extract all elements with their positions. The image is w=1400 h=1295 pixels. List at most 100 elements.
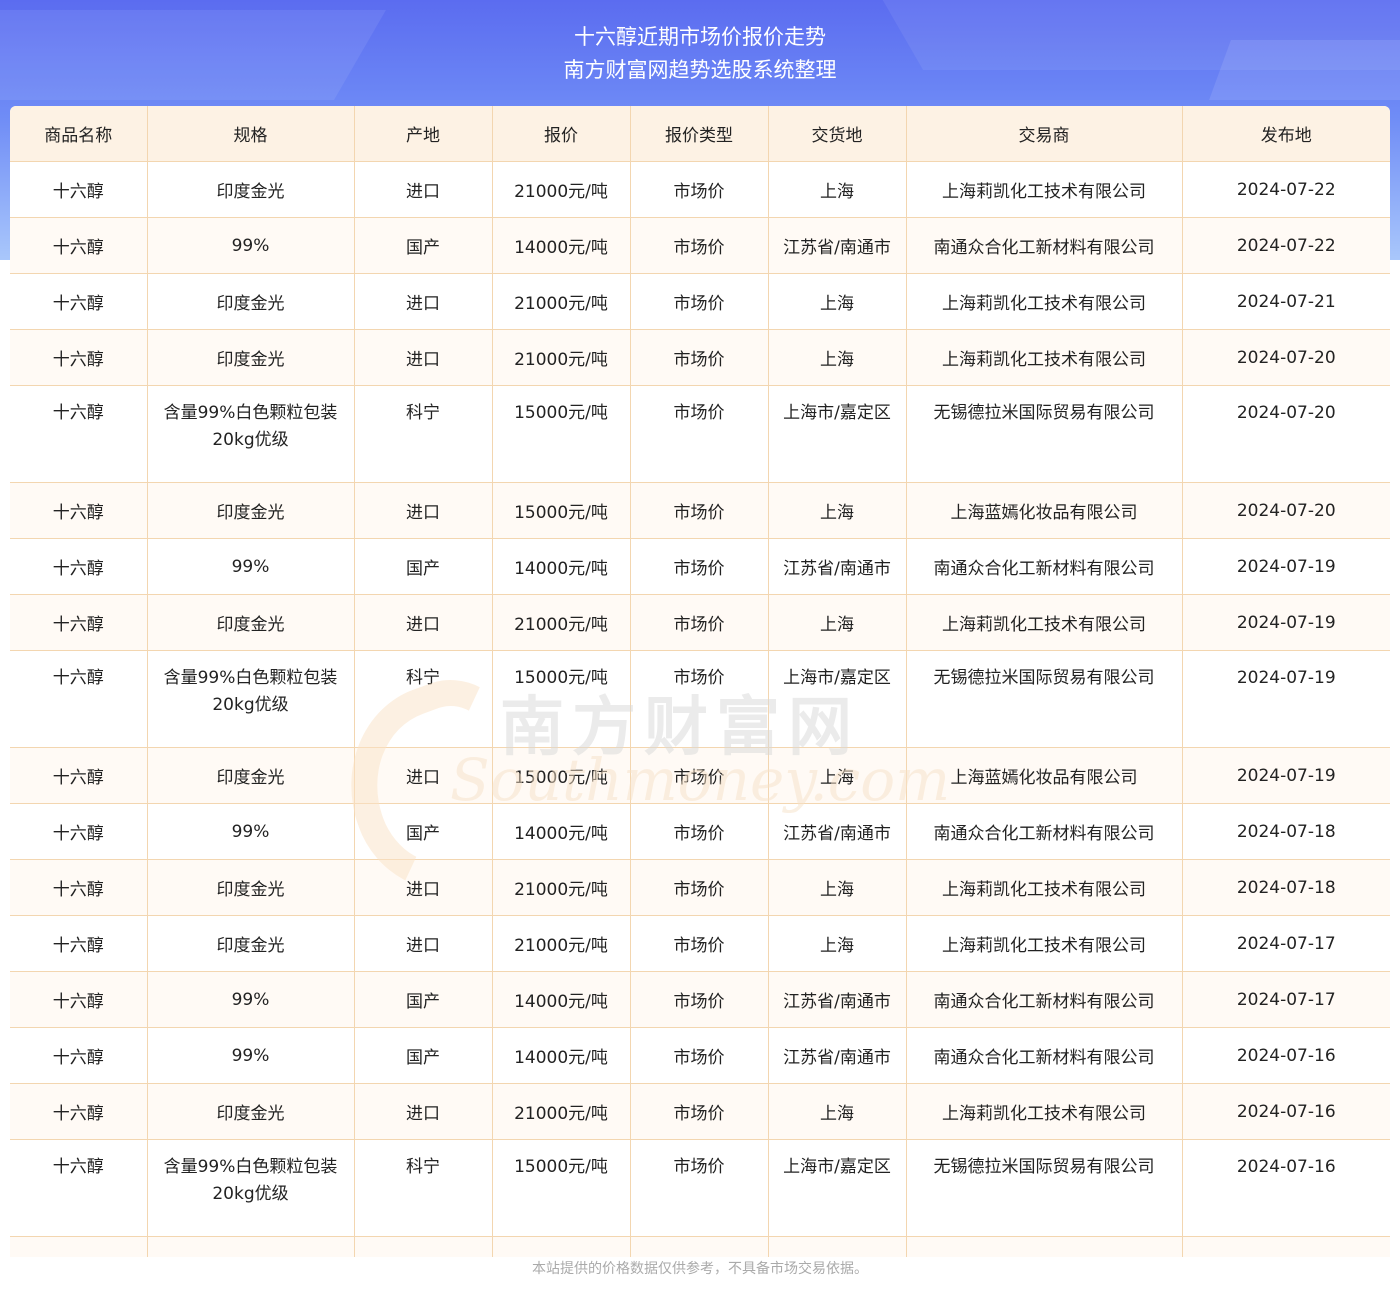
table-row: 十六醇 99% 国产 14000元/吨 市场价 江苏省/南通市 南通众合化工新材料有限公司 2… [10,217,1390,274]
table-cell: 南通众合化工新材料有限公司 [906,217,1183,274]
table-cell: 2024-07-20 [1182,329,1390,386]
table-cell: 21000元/吨 [492,161,631,218]
table-cell: 市场价 [630,161,769,218]
table-row: 十六醇 含量99%白色颗粒包装20kg优级 科宁 15000元/吨 市场价 上海市/嘉定区… [10,385,1390,483]
column-header: 交货地 [768,106,907,162]
table-cell: 十六醇 [10,971,148,1028]
table-cell: 21000元/吨 [492,859,631,916]
table-cell: 国产 [354,538,493,595]
table-cell: 印度金光 [147,273,355,330]
table-cell: 进口 [354,1083,493,1140]
table-cell: 印度金光 [147,747,355,804]
table-cell: 上海蓝嫣化妆品有限公司 [906,482,1183,539]
table-cell: 上海莉凯化工技术有限公司 [906,1083,1183,1140]
table-cell: 科宁 [354,650,493,748]
table-cell: 江苏省/南通市 [768,803,907,860]
table-cell: 市场价 [630,538,769,595]
table-cell: 印度金光 [147,482,355,539]
table-cell: 2024-07-19 [1182,538,1390,595]
table-cell: 上海 [768,859,907,916]
table-row: 十六醇 印度金光 进口 21000元/吨 市场价 上海 上海莉凯化工技术有限公司 2024-0… [10,915,1390,972]
table-cell: 99% [147,803,355,860]
table-cell: 2024-07-19 [1182,650,1390,748]
table-cell: 市场价 [630,329,769,386]
table-cell: 市场价 [630,859,769,916]
table-cell: 南通众合化工新材料有限公司 [906,538,1183,595]
table-cell: 市场价 [630,747,769,804]
table-row: 十六醇 印度金光 进口 21000元/吨 市场价 上海 上海莉凯化工技术有限公司 2024-0… [10,1083,1390,1140]
table-row: 十六醇 99% 国产 14000元/吨 市场价 江苏省/南通市 南通众合化工新材料有限公司 2… [10,971,1390,1028]
table-cell: 99% [147,1027,355,1084]
table-cell: 上海 [768,747,907,804]
table-row: 十六醇印度金光进口15000元/吨市场价上海上海蓝嫣化妆品有限公司2024-07… [10,747,1390,804]
table-cell: 十六醇 [10,650,148,748]
table-cell: 含量99%白色颗粒包装20kg优级 [147,1139,355,1237]
table-cell: 2024-07-20 [1182,385,1390,483]
table-cell: 2024-07-19 [1182,594,1390,651]
table-cell: 上海 [768,1083,907,1140]
table-row: 十六醇 印度金光 进口 21000元/吨 市场价 上海 上海莉凯化工技术有限公司 2024-0… [10,329,1390,386]
column-header: 规格 [147,106,355,162]
table-cell: 15000元/吨 [492,1139,631,1237]
table-cell: 印度金光 [147,915,355,972]
table-cell: 2024-07-18 [1182,859,1390,916]
table-cell: 印度金光 [147,594,355,651]
table-cell: 市场价 [630,1139,769,1237]
table-cell: 21000元/吨 [492,273,631,330]
footer-disclaimer: 本站提供的价格数据仅供参考，不具备市场交易依据。 [10,1257,1390,1285]
table-cell: 进口 [354,273,493,330]
table-cell: 2024-07-22 [1182,161,1390,218]
table-cell: 市场价 [630,803,769,860]
table-cell: 江苏省/南通市 [768,1027,907,1084]
table-cell: 十六醇 [10,594,148,651]
table-cell: 十六醇 [10,329,148,386]
table-cell: 市场价 [630,385,769,483]
table-cell: 2024-07-17 [1182,915,1390,972]
table-cell: 市场价 [630,594,769,651]
table-cell: 进口 [354,594,493,651]
table-cell: 十六醇 [10,859,148,916]
table-cell: 含量99%白色颗粒包装20kg优级 [147,385,355,483]
column-header: 交易商 [906,106,1183,162]
page-subtitle: 南方财富网趋势选股系统整理 [563,58,837,82]
table-cell: 十六醇 [10,538,148,595]
table-cell: 21000元/吨 [492,1083,631,1140]
table-row: 十六醇印度金光进口15000元/吨市场价上海上海蓝嫣化妆品有限公司2024-07… [10,482,1390,539]
table-cell: 无锡德拉米国际贸易有限公司 [906,385,1183,483]
table-cell: 15000元/吨 [492,650,631,748]
table-cell: 14000元/吨 [492,971,631,1028]
table-cell: 十六醇 [10,217,148,274]
table-cell: 15000元/吨 [492,385,631,483]
table-cell: 2024-07-22 [1182,217,1390,274]
table-cell: 上海 [768,161,907,218]
table-cell: 进口 [354,859,493,916]
table-cell: 99% [147,971,355,1028]
table-cell: 上海市/嘉定区 [768,385,907,483]
table-cell: 2024-07-18 [1182,803,1390,860]
table-cell: 十六醇 [10,482,148,539]
table-cell: 市场价 [630,971,769,1028]
table-cell: 2024-07-21 [1182,273,1390,330]
table-cell: 无锡德拉米国际贸易有限公司 [906,650,1183,748]
table-cell: 科宁 [354,385,493,483]
table-cell: 含量99%白色颗粒包装20kg优级 [147,650,355,748]
table-cell: 十六醇 [10,273,148,330]
table-cell: 15000元/吨 [492,747,631,804]
table-cell: 十六醇 [10,1083,148,1140]
table-cell: 市场价 [630,273,769,330]
table-row: 十六醇 含量99%白色颗粒包装20kg优级 科宁 15000元/吨 市场价 上海市/嘉定区… [10,650,1390,748]
table-cell: 上海 [768,329,907,386]
table-row: 十六醇 印度金光 进口 21000元/吨 市场价 上海 上海莉凯化工技术有限公司 2024-0… [10,594,1390,651]
table-cell: 十六醇 [10,385,148,483]
table-cell: 南通众合化工新材料有限公司 [906,971,1183,1028]
table-cell: 上海蓝嫣化妆品有限公司 [906,747,1183,804]
table-cell: 十六醇 [10,915,148,972]
table-cell: 14000元/吨 [492,803,631,860]
table-cell: 进口 [354,482,493,539]
table-cell: 上海莉凯化工技术有限公司 [906,161,1183,218]
table-body: 十六醇 印度金光 进口 21000元/吨 市场价 上海 上海莉凯化工技术有限公司 2024-0… [10,161,1390,1285]
table-cell: 十六醇 [10,1027,148,1084]
table-cell: 上海 [768,915,907,972]
table-cell: 江苏省/南通市 [768,538,907,595]
table-cell: 99% [147,217,355,274]
